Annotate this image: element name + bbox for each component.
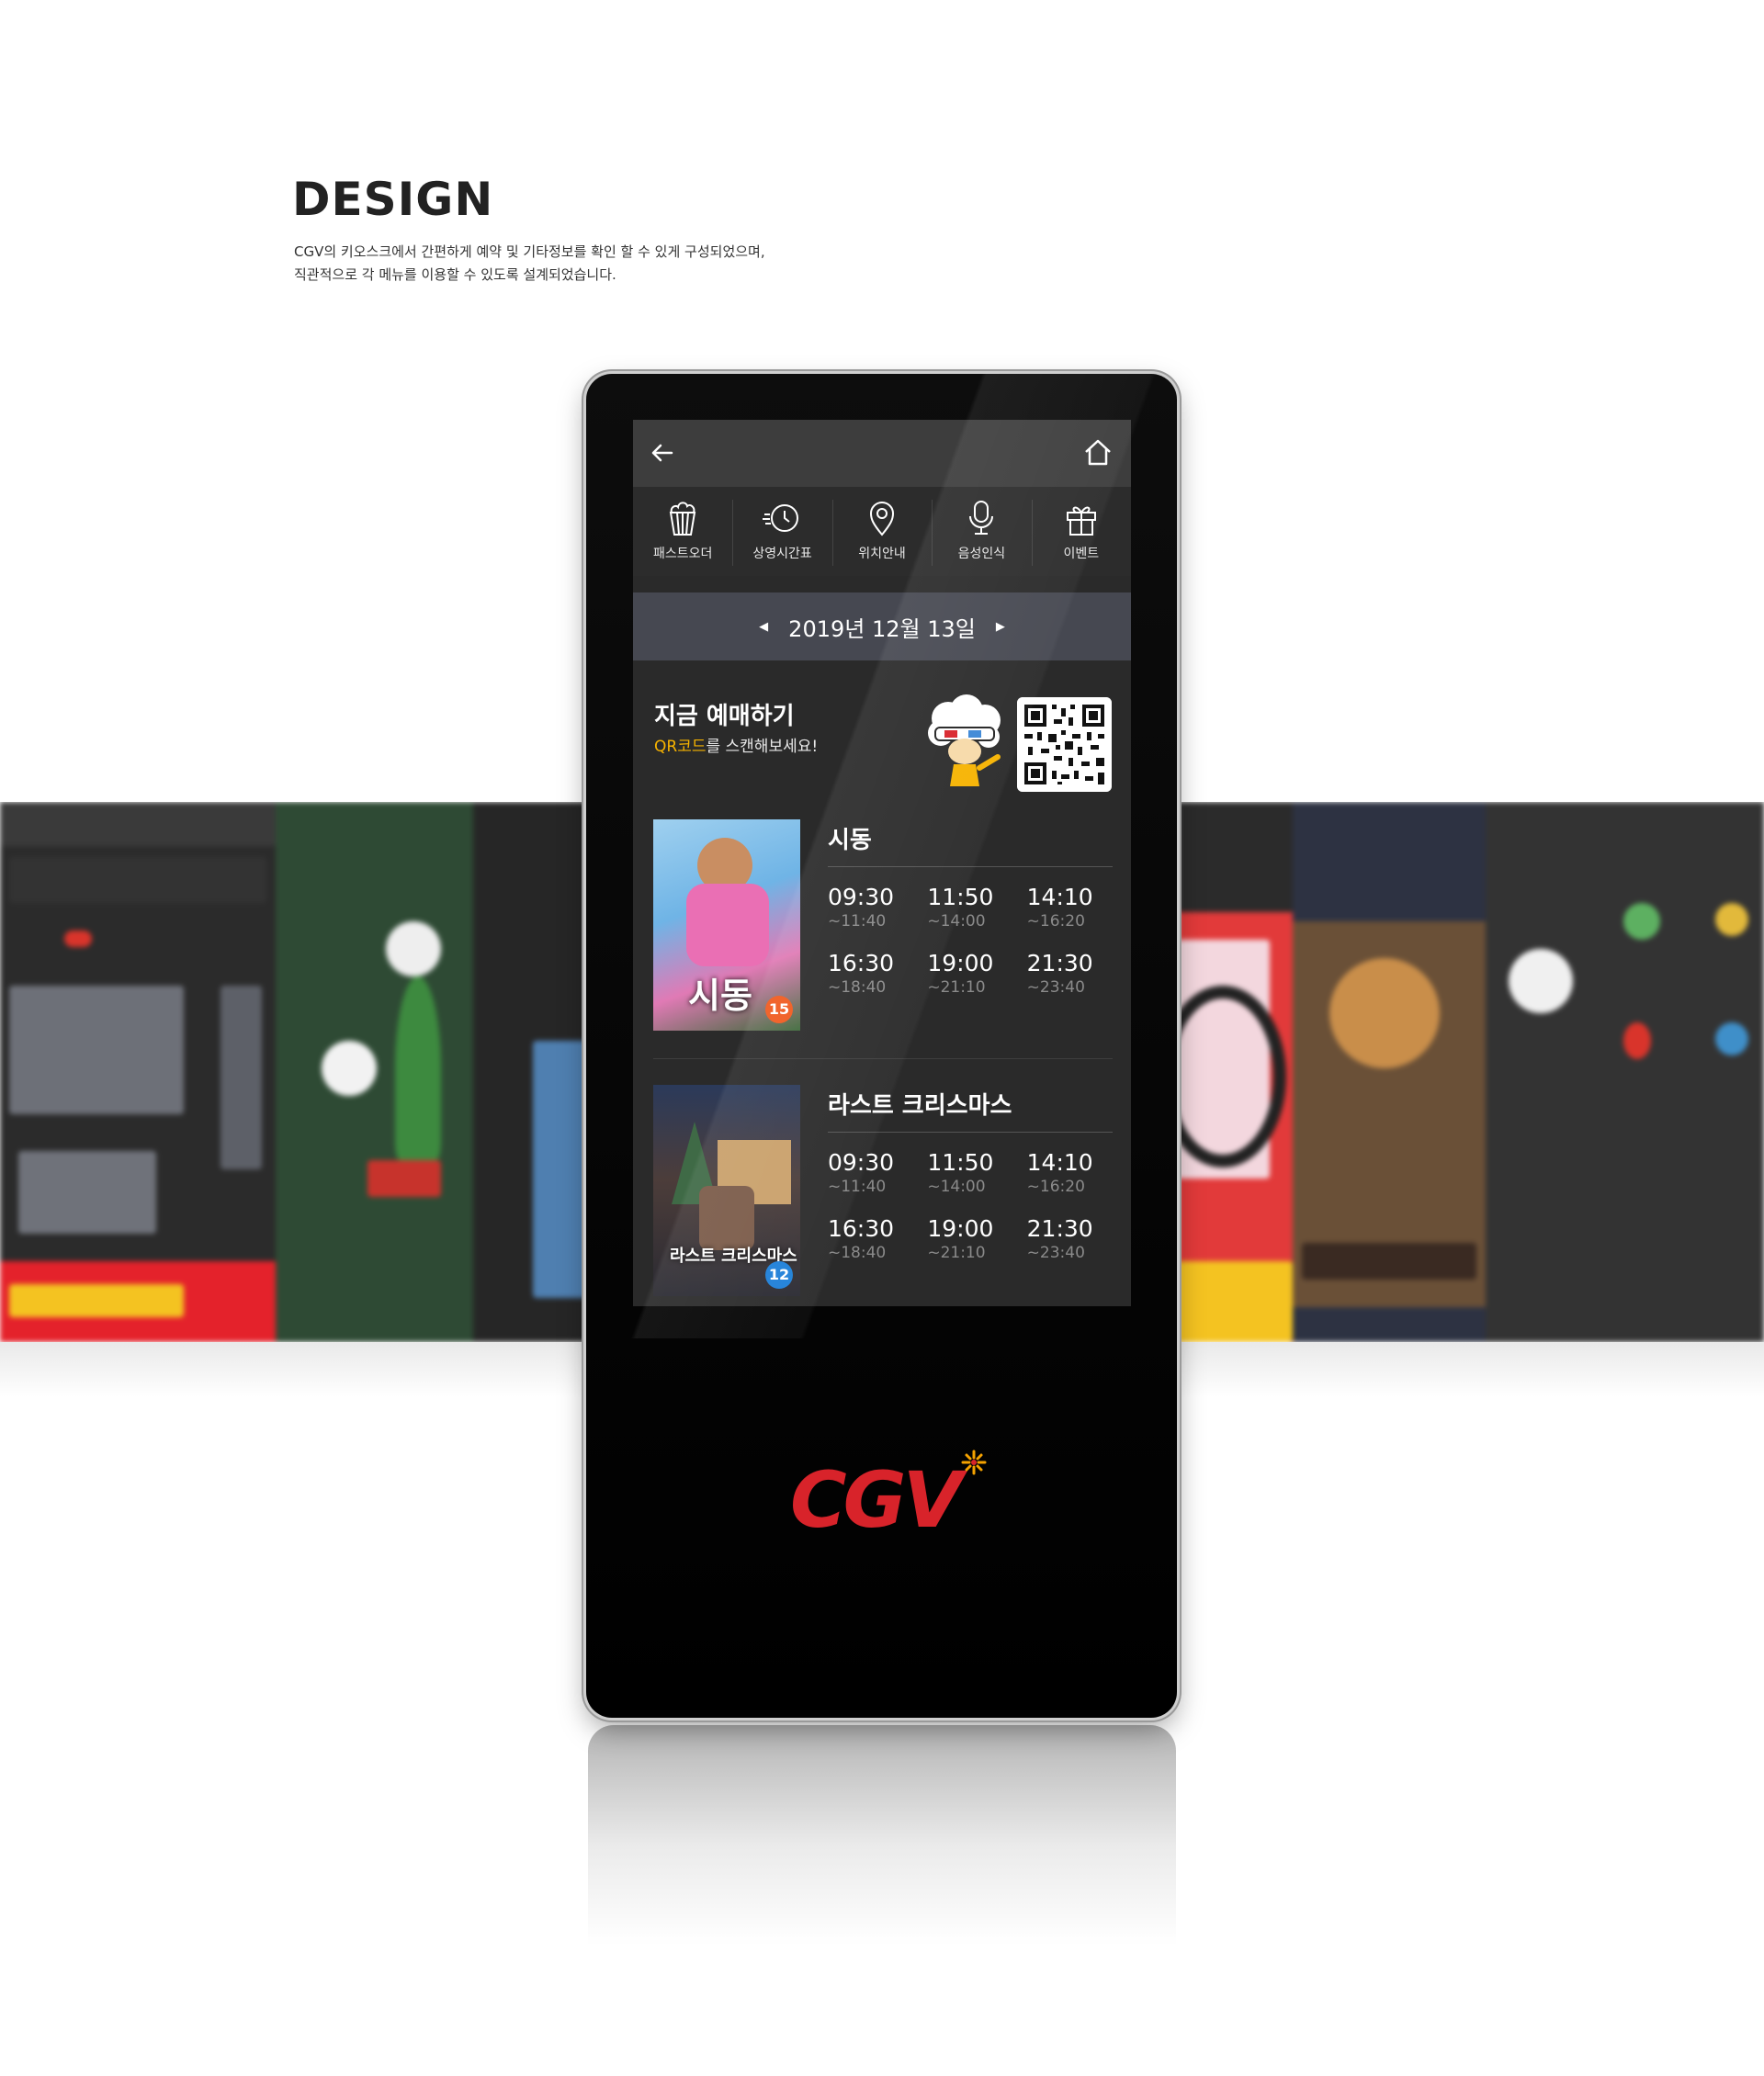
menu-voice[interactable]: 음성인식 <box>932 487 1031 576</box>
end-time: ~18:40 <box>828 978 887 997</box>
showtime-slot[interactable]: 19:00 ~21:10 <box>927 1215 1026 1263</box>
menu-showtimes[interactable]: 상영시간표 <box>732 487 831 576</box>
showtime-grid: 09:30 ~11:40 11:50 ~14:00 14:10 ~16:20 16:3… <box>828 884 1126 998</box>
blurred-christmas-screen <box>276 802 473 1342</box>
showtime-slot[interactable]: 21:30 ~23:40 <box>1027 950 1126 998</box>
promo-subtitle: QR코드를 스캔해보세요! <box>654 733 818 756</box>
divider <box>828 866 1113 867</box>
background-screens-left <box>0 802 588 1342</box>
end-time: ~16:20 <box>1026 912 1085 931</box>
start-time: 21:30 <box>1026 950 1093 976</box>
start-time: 14:10 <box>1026 1149 1093 1176</box>
promo-subtitle-rest: 를 스캔해보세요! <box>706 738 819 756</box>
main-menu: 패스트오더 상영시간표 위치안내 음성인식 이벤트 <box>633 487 1131 576</box>
top-bar <box>633 420 1131 487</box>
start-time: 19:00 <box>927 1215 994 1242</box>
start-time: 14:10 <box>1026 884 1093 910</box>
date-selector: ◀ 2019년 12월 13일 ▶ <box>633 592 1131 660</box>
date-label: 2019년 12월 13일 <box>788 615 976 642</box>
blurred-voice-screen <box>1486 802 1764 1342</box>
movie-card: 라스트 크리스마스 12 라스트 크리스마스 09:30 ~11:40 11:50… <box>633 1085 1131 1306</box>
showtime-slot[interactable]: 16:30 ~18:40 <box>828 1215 927 1263</box>
end-time: ~16:20 <box>1026 1178 1085 1196</box>
menu-location[interactable]: 위치안내 <box>831 487 932 576</box>
home-icon[interactable] <box>1081 436 1114 469</box>
location-pin-icon <box>870 502 895 536</box>
end-time: ~14:00 <box>927 1178 986 1196</box>
qr-code <box>1017 697 1112 792</box>
divider <box>828 1132 1113 1133</box>
menu-event[interactable]: 이벤트 <box>1031 487 1131 576</box>
kiosk-screen: 패스트오더 상영시간표 위치안내 음성인식 이벤트 ◀ 2019년 12월 13… <box>633 420 1131 1306</box>
end-time: ~18:40 <box>828 1244 887 1262</box>
promo-highlight: QR코드 <box>654 738 707 756</box>
prev-date-button[interactable]: ◀ <box>759 620 768 634</box>
page-title: DESIGN <box>292 173 494 226</box>
start-time: 19:00 <box>927 950 994 976</box>
description-line-1: CGV의 키오스크에서 간편하게 예약 및 기타정보를 확인 할 수 있게 구성… <box>294 243 765 260</box>
blurred-poster-screen <box>1293 802 1486 1342</box>
menu-label: 위치안내 <box>858 547 906 561</box>
showtime-slot[interactable]: 14:10 ~16:20 <box>1027 884 1126 931</box>
popcorn-mascot-icon <box>928 694 1001 786</box>
age-rating-badge: 12 <box>765 1261 793 1289</box>
start-time: 09:30 <box>828 1149 895 1176</box>
arrow-left-icon[interactable] <box>646 436 679 469</box>
showtime-slot[interactable]: 09:30 ~11:40 <box>828 884 927 931</box>
showtime-slot[interactable]: 09:30 ~11:40 <box>828 1149 927 1197</box>
end-time: ~11:40 <box>828 1178 887 1196</box>
end-time: ~21:10 <box>927 978 986 997</box>
movie-card: 시동 15 시동 09:30 ~11:40 11:50 ~14:00 14:10 ~1… <box>633 819 1131 1049</box>
popcorn-icon <box>670 502 696 536</box>
start-time: 21:30 <box>1026 1215 1093 1242</box>
menu-label: 패스트오더 <box>653 547 713 561</box>
end-time: ~23:40 <box>1026 978 1085 997</box>
showtime-slot[interactable]: 14:10 ~16:20 <box>1027 1149 1126 1197</box>
background-reflection-right <box>1178 1342 1764 1397</box>
background-screens-right <box>1178 802 1764 1342</box>
movie-title: 라스트 크리스마스 <box>828 1092 1012 1120</box>
showtime-grid: 09:30 ~11:40 11:50 ~14:00 14:10 ~16:20 16:3… <box>828 1149 1126 1263</box>
showtime-slot[interactable]: 11:50 ~14:00 <box>927 1149 1026 1197</box>
showtime-slot[interactable]: 21:30 ~23:40 <box>1027 1215 1126 1263</box>
showtime-slot[interactable]: 11:50 ~14:00 <box>927 884 1026 931</box>
movie-title: 시동 <box>828 827 872 854</box>
blurred-list-screen <box>473 802 588 1342</box>
menu-label: 상영시간표 <box>752 547 812 561</box>
start-time: 11:50 <box>927 1149 994 1176</box>
movie-poster[interactable]: 시동 15 <box>653 819 800 1031</box>
gift-icon <box>1066 506 1096 536</box>
start-time: 16:30 <box>828 1215 895 1242</box>
blurred-order-screen <box>1178 802 1293 1342</box>
menu-label: 이벤트 <box>1063 547 1100 561</box>
showtime-slot[interactable]: 16:30 ~18:40 <box>828 950 927 998</box>
background-reflection-left <box>0 1342 588 1397</box>
end-time: ~23:40 <box>1026 1244 1085 1262</box>
end-time: ~11:40 <box>828 912 887 931</box>
microphone-icon <box>969 501 994 535</box>
description-line-2: 직관적으로 각 메뉴를 이용할 수 있도록 설계되었습니다. <box>294 266 616 283</box>
end-time: ~21:10 <box>927 1244 986 1262</box>
cgv-logo: CGV <box>790 1450 987 1543</box>
next-date-button[interactable]: ▶ <box>996 620 1005 634</box>
menu-fast-order[interactable]: 패스트오더 <box>633 487 732 576</box>
start-time: 11:50 <box>927 884 994 910</box>
clock-icon <box>762 504 798 532</box>
start-time: 09:30 <box>828 884 895 910</box>
movie-poster[interactable]: 라스트 크리스마스 12 <box>653 1085 800 1296</box>
page-description: CGV의 키오스크에서 간편하게 예약 및 기타정보를 확인 할 수 있게 구성… <box>294 241 765 287</box>
poster-title: 시동 <box>688 976 752 1016</box>
showtime-slot[interactable]: 19:00 ~21:10 <box>927 950 1026 998</box>
start-time: 16:30 <box>828 950 895 976</box>
menu-label: 음성인식 <box>957 547 1006 561</box>
divider <box>653 1058 1113 1059</box>
promo-title: 지금 예매하기 <box>654 703 795 730</box>
blurred-map-screen <box>0 802 276 1342</box>
age-rating-badge: 15 <box>765 996 793 1023</box>
logo-text: CGV <box>790 1455 968 1543</box>
end-time: ~14:00 <box>927 912 986 931</box>
kiosk-reflection <box>588 1725 1176 1946</box>
